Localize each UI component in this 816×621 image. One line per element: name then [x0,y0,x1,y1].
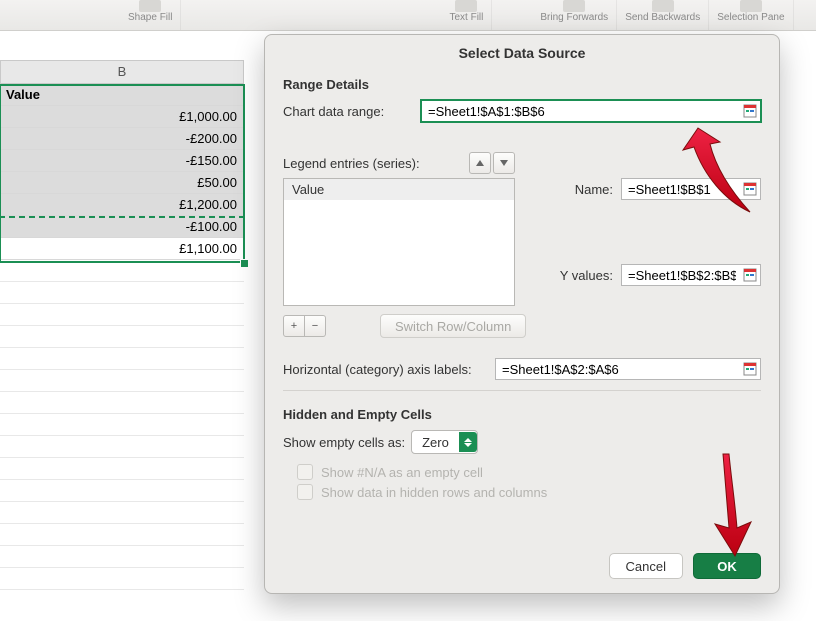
dialog-title: Select Data Source [265,35,779,67]
ribbon-group-send-backwards[interactable]: Send Backwards [617,0,709,30]
range-picker-icon[interactable] [742,361,758,377]
move-series-down-button[interactable] [493,152,515,174]
axis-labels-label: Horizontal (category) axis labels: [283,362,495,377]
range-picker-icon[interactable] [742,181,758,197]
ribbon-group-text-fill[interactable]: Text Fill [441,0,492,30]
show-na-checkbox: Show #N/A as an empty cell [283,462,761,482]
cell-b3[interactable]: -£200.00 [0,128,244,150]
axis-labels-input[interactable] [495,358,761,380]
cell-b5[interactable]: £50.00 [0,172,244,194]
legend-entries-label: Legend entries (series): [283,156,420,171]
switch-row-column-button[interactable]: Switch Row/Column [380,314,526,338]
cell-header-value[interactable]: Value [0,84,244,106]
range-details-heading: Range Details [283,77,761,92]
move-series-up-button[interactable] [469,152,491,174]
range-picker-icon[interactable] [742,103,758,119]
legend-series-item[interactable]: Value [284,179,514,200]
column-header-b[interactable]: B [0,60,244,84]
show-hidden-checkbox: Show data in hidden rows and columns [283,482,761,502]
series-name-input[interactable] [621,178,761,200]
cell-b4[interactable]: -£150.00 [0,150,244,172]
series-yvalues-input[interactable] [621,264,761,286]
spreadsheet: B Value £1,000.00 -£200.00 -£150.00 £50.… [0,60,260,621]
show-empty-select[interactable]: Zero [411,430,478,454]
chart-data-range-input[interactable] [421,100,761,122]
ribbon-group-bring-forwards[interactable]: Bring Forwards [532,0,617,30]
add-series-button[interactable]: + [283,315,305,337]
chart-data-range-label: Chart data range: [283,104,421,119]
select-data-source-dialog: Select Data Source Range Details Chart d… [264,34,780,594]
legend-series-list[interactable]: Value [283,178,515,306]
cell-b2[interactable]: £1,000.00 [0,106,244,128]
ribbon: Shape Fill Text Fill Bring Forwards Send… [0,0,816,31]
ribbon-group-shape-fill[interactable]: Shape Fill [120,0,181,30]
cell-b8[interactable]: £1,100.00 [0,238,244,260]
show-empty-value: Zero [422,435,449,450]
cell-b6[interactable]: £1,200.00 [0,194,244,216]
ribbon-group-selection-pane[interactable]: Selection Pane [709,0,793,30]
hidden-empty-heading: Hidden and Empty Cells [283,407,761,422]
show-empty-label: Show empty cells as: [283,435,405,450]
range-picker-icon[interactable] [742,267,758,283]
cancel-button[interactable]: Cancel [609,553,683,579]
chevron-updown-icon [459,432,477,452]
series-yvalues-label: Y values: [543,268,621,283]
ok-button[interactable]: OK [693,553,761,579]
cell-b7[interactable]: -£100.00 [0,216,244,238]
remove-series-button[interactable]: − [305,315,326,337]
cells-column-b: Value £1,000.00 -£200.00 -£150.00 £50.00… [0,84,244,590]
series-name-label: Name: [543,182,621,197]
